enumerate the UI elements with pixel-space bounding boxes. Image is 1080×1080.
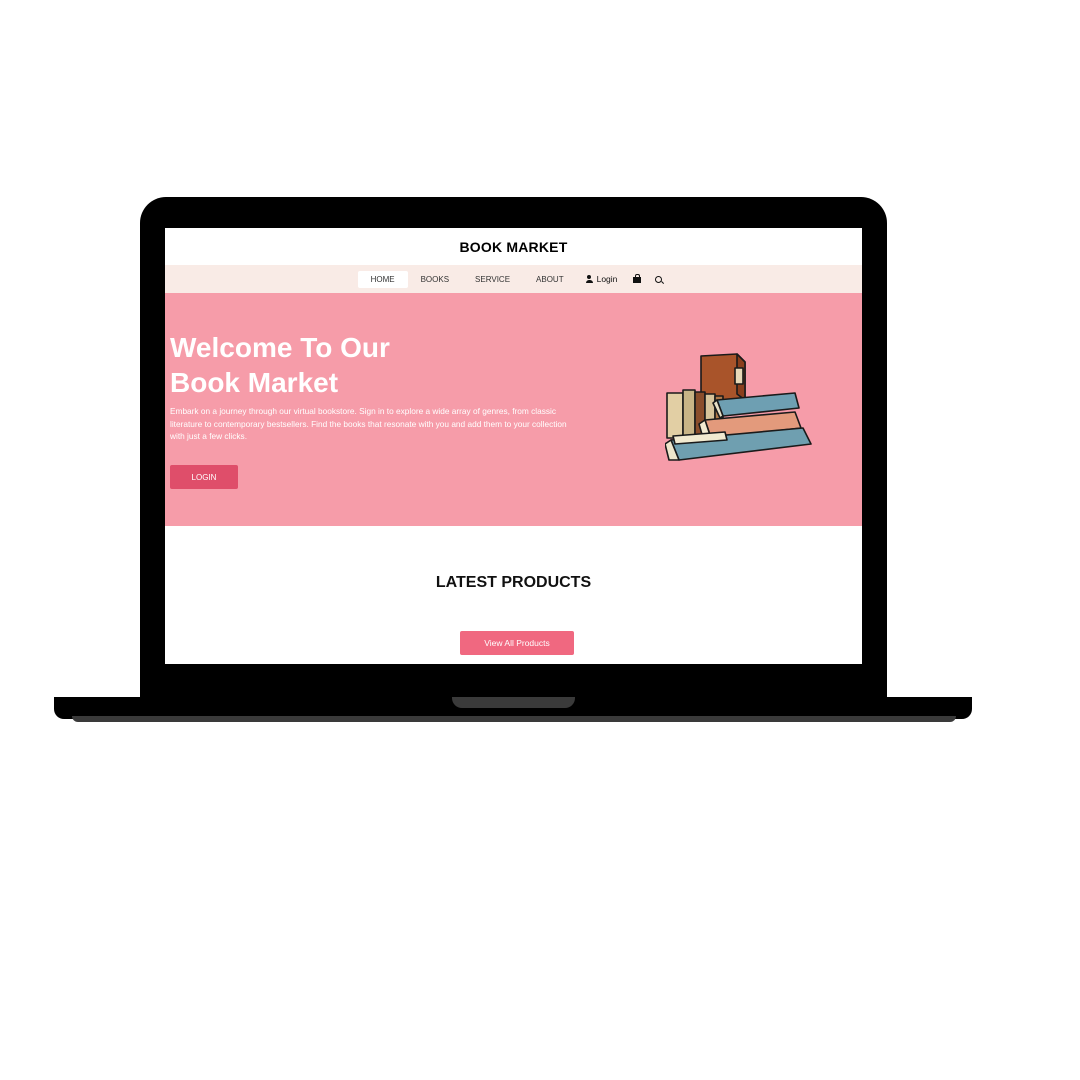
hero-title-line: Book Market — [170, 367, 339, 398]
login-button[interactable]: LOGIN — [170, 465, 238, 489]
nav-item-home[interactable]: HOME — [357, 270, 408, 288]
laptop-notch — [452, 697, 575, 708]
latest-products-title: LATEST PRODUCTS — [435, 574, 592, 591]
cart-button[interactable] — [626, 274, 648, 283]
nav-item-about[interactable]: ABOUT — [523, 271, 577, 288]
hero-description: Embark on a journey through our virtual … — [170, 406, 567, 442]
site-header: BOOK MARKET — [165, 228, 862, 265]
nav-item-service[interactable]: SERVICE — [462, 271, 523, 288]
main-nav: HOME BOOKS SERVICE ABOUT Login — [165, 265, 862, 293]
hero-title: Welcome To Our Book Market — [170, 330, 470, 400]
view-all-products-button[interactable]: View All Products — [460, 631, 574, 655]
hero-title-line: Welcome To Our — [170, 332, 390, 363]
nav-login-label: Login — [596, 274, 618, 284]
nav-item-books[interactable]: BOOKS — [408, 271, 462, 288]
nav-item-label: HOME — [370, 274, 395, 284]
books-stack-illustration — [665, 353, 812, 461]
bag-icon — [633, 274, 642, 283]
hero-section: Welcome To Our Book Market Embark on a j… — [165, 293, 862, 526]
nav-login-link[interactable]: Login — [577, 274, 627, 284]
user-icon — [585, 275, 593, 283]
search-button[interactable] — [648, 275, 669, 283]
search-icon — [655, 275, 663, 283]
nav-item-label: ABOUT — [536, 274, 564, 284]
nav-item-label: SERVICE — [475, 274, 511, 284]
site-title: BOOK MARKET — [459, 238, 568, 255]
laptop-screen: BOOK MARKET HOME BOOKS SERVICE ABOUT Log… — [165, 228, 862, 664]
nav-item-label: BOOKS — [420, 274, 450, 284]
laptop-base-shadow — [72, 716, 956, 722]
